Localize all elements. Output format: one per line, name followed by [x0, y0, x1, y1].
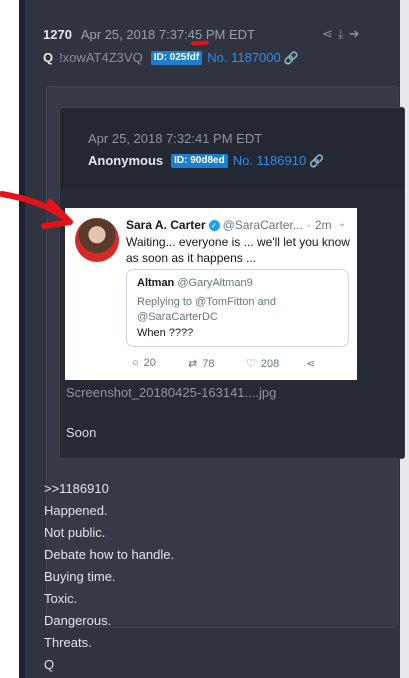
link-icon[interactable]: 🔗: [284, 51, 299, 65]
quoted-tweet-text: When ????: [137, 327, 194, 339]
poster-id-badge[interactable]: ID: 025fdf: [150, 50, 203, 65]
reply-action: ○ 20: [132, 357, 156, 369]
share-icon: ⋖: [306, 358, 316, 370]
quoted-tweet: Altman @GaryAltman9 Replying to @TomFitt…: [126, 269, 349, 347]
like-count: 208: [260, 358, 280, 370]
annotation-arrow: [0, 191, 73, 229]
download-icon[interactable]: ⤓: [338, 26, 349, 41]
image-filename-link[interactable]: Screenshot_20180425-163141....jpg: [66, 385, 276, 400]
post-author-line: Q !xowAT4Z3VQ ID: 025fdf No. 1187000 🔗: [43, 50, 299, 65]
reply-count: 20: [143, 357, 156, 369]
quoted-id-badge[interactable]: ID: 90d8ed: [171, 153, 228, 168]
quoted-author-line: Anonymous ID: 90d8ed No. 1186910 🔗: [88, 153, 324, 168]
quoted-author-name: Anonymous: [88, 153, 164, 168]
quoted-tweet-author: Altman: [137, 277, 175, 289]
message-line: Not public.: [44, 525, 106, 540]
tweet-text: Waiting... everyone is ... we'll let you…: [126, 235, 350, 265]
quoted-tweet-handle: @GaryAltman9: [177, 277, 253, 289]
tripcode: !xowAT4Z3VQ: [59, 50, 143, 65]
post-number[interactable]: 1270: [43, 27, 72, 42]
retweet-count: 78: [202, 358, 215, 370]
reply-icon: ○: [132, 357, 139, 369]
heart-icon: ♡: [246, 358, 256, 370]
message-line: Toxic.: [44, 591, 78, 606]
quoted-post-text: Soon: [66, 425, 97, 440]
link-icon[interactable]: 🔗: [309, 154, 324, 168]
message-line: Buying time.: [44, 569, 116, 584]
annotation-underline-mark: [190, 40, 210, 46]
quoted-post-date: Apr 25, 2018 7:32:41 PM EDT: [88, 131, 263, 146]
quoted-tweet-header: Altman @GaryAltman9: [137, 277, 253, 289]
message-line: Happened.: [44, 503, 108, 518]
tweet-author-handle: @SaraCarter...: [222, 218, 303, 232]
post-actions: ⋖⤓➜: [322, 26, 365, 42]
post-message: >>1186910 Happened. Not public. Debate h…: [44, 478, 174, 676]
quoted-post-link[interactable]: No. 1186910: [233, 153, 307, 168]
share-icon[interactable]: ⋖: [322, 26, 338, 41]
post-header: 1270 Apr 25, 2018 7:37:45 PM EDT: [43, 27, 255, 42]
message-line: Debate how to handle.: [44, 547, 175, 562]
message-line: Threats.: [44, 635, 92, 650]
separator-dot: ·: [306, 218, 311, 232]
chevron-down-icon: ⌄: [338, 218, 347, 229]
message-line: Q: [44, 657, 55, 672]
tweet-time: 2m: [314, 218, 332, 232]
retweet-icon: ⇄: [188, 358, 198, 370]
message-line: Dangerous.: [44, 613, 112, 628]
tweet-header: Sara A. Carter ✓ @SaraCarter... · 2m: [126, 218, 331, 232]
quoted-tweet-replying-to: Replying to @TomFitton and @SaraCarterDC: [137, 296, 276, 323]
message-line[interactable]: >>1186910: [44, 478, 174, 500]
tweet-author-name: Sara A. Carter: [126, 218, 206, 232]
arrow-right-circle-icon[interactable]: ➜: [349, 26, 365, 41]
post-date: Apr 25, 2018 7:37:45 PM EDT: [80, 27, 255, 42]
retweet-action: ⇄ 78: [188, 357, 214, 370]
avatar: [75, 218, 119, 262]
tweet-screenshot-image[interactable]: Sara A. Carter ✓ @SaraCarter... · 2m ⌄ W…: [65, 208, 357, 380]
reply-link[interactable]: No. 1187000: [207, 50, 281, 65]
author-name: Q: [43, 50, 54, 65]
like-action: ♡ 208: [246, 357, 279, 370]
page-margin-left: [0, 0, 19, 678]
verified-icon: ✓: [208, 219, 220, 231]
